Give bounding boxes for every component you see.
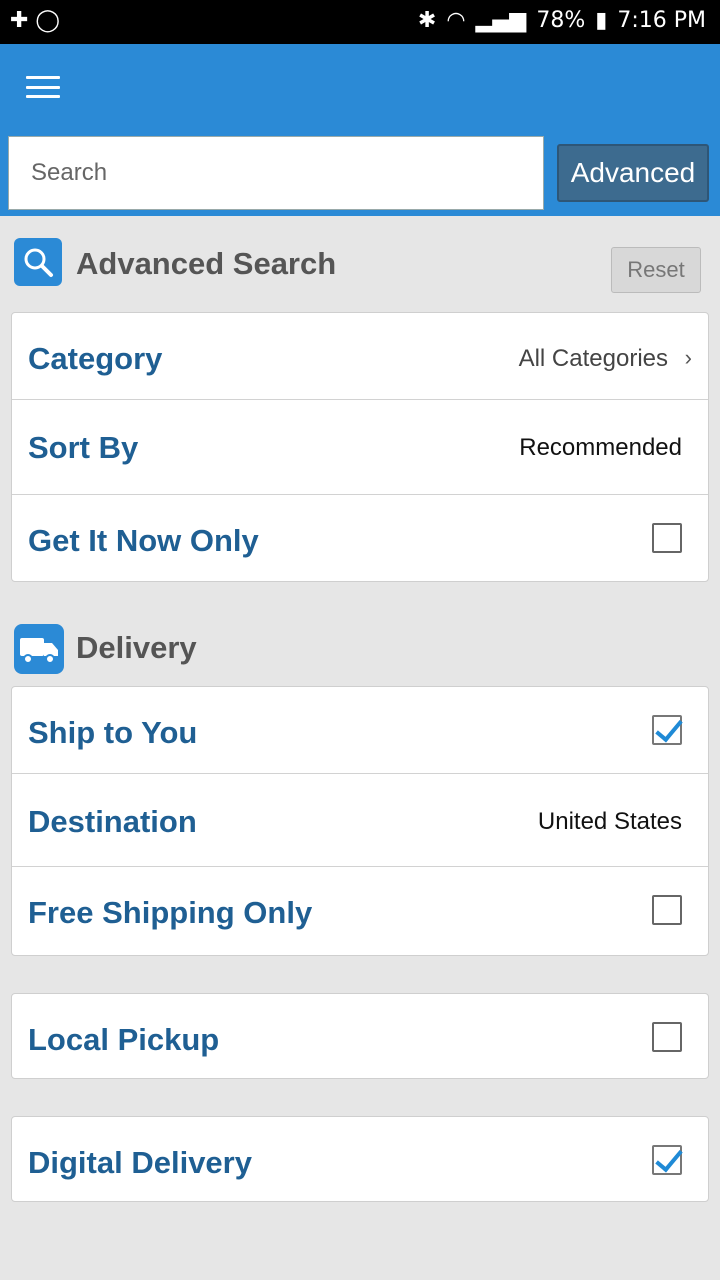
advanced-search-title: Advanced Search bbox=[76, 246, 337, 281]
free-shipping-checkbox[interactable] bbox=[652, 895, 682, 925]
ship-to-you-label: Ship to You bbox=[28, 715, 198, 750]
get-it-now-label: Get It Now Only bbox=[28, 523, 259, 558]
battery-icon: ▮ bbox=[595, 8, 608, 33]
local-pickup-row[interactable]: Local Pickup bbox=[12, 994, 708, 1078]
filters-card: Category All Categories › Sort By Recomm… bbox=[11, 312, 709, 582]
search-field[interactable] bbox=[8, 136, 544, 210]
delivery-title: Delivery bbox=[76, 630, 197, 665]
advanced-button[interactable]: Advanced bbox=[557, 144, 709, 202]
get-it-now-row[interactable]: Get It Now Only bbox=[12, 495, 708, 581]
advanced-search-header: Advanced Search Reset bbox=[0, 216, 720, 306]
category-row[interactable]: Category All Categories › bbox=[12, 313, 708, 400]
sort-by-label: Sort By bbox=[28, 430, 139, 465]
local-pickup-checkbox[interactable] bbox=[652, 1022, 682, 1052]
app-header: Advanced bbox=[0, 44, 720, 216]
ship-to-you-row[interactable]: Ship to You bbox=[12, 687, 708, 774]
ship-to-you-checkbox[interactable] bbox=[652, 715, 682, 745]
digital-delivery-label: Digital Delivery bbox=[28, 1145, 252, 1180]
bluetooth-icon: ✱ bbox=[417, 8, 437, 33]
delivery-card: Ship to You Destination United States Fr… bbox=[11, 686, 709, 956]
search-input[interactable] bbox=[9, 137, 543, 209]
battery-percent: 78% bbox=[536, 8, 586, 33]
local-pickup-card: Local Pickup bbox=[11, 993, 709, 1079]
chevron-right-icon: › bbox=[684, 345, 692, 370]
digital-delivery-card: Digital Delivery bbox=[11, 1116, 709, 1202]
free-shipping-row[interactable]: Free Shipping Only bbox=[12, 867, 708, 955]
get-it-now-checkbox[interactable] bbox=[652, 523, 682, 553]
wifi-icon: ◠ bbox=[446, 8, 466, 33]
destination-row[interactable]: Destination United States bbox=[12, 774, 708, 867]
category-value: All Categories bbox=[518, 345, 668, 372]
free-shipping-label: Free Shipping Only bbox=[28, 895, 313, 930]
truck-icon bbox=[14, 624, 64, 674]
signal-icon: ▂▄▆ bbox=[475, 8, 527, 33]
sort-by-value: Recommended bbox=[519, 434, 682, 461]
notification-icons: ✚ ◯ bbox=[10, 8, 61, 33]
status-indicators: ✱ ◠ ▂▄▆ 78% ▮ 7:16 PM bbox=[418, 8, 706, 33]
status-bar: ✚ ◯ ✱ ◠ ▂▄▆ 78% ▮ 7:16 PM bbox=[0, 0, 720, 44]
local-pickup-label: Local Pickup bbox=[28, 1022, 220, 1057]
delivery-header: Delivery bbox=[0, 614, 720, 680]
search-icon bbox=[14, 238, 62, 286]
sort-by-row[interactable]: Sort By Recommended bbox=[12, 400, 708, 495]
clock: 7:16 PM bbox=[617, 8, 706, 33]
destination-label: Destination bbox=[28, 804, 197, 839]
destination-value: United States bbox=[537, 808, 682, 835]
category-label: Category bbox=[28, 341, 163, 376]
digital-delivery-row[interactable]: Digital Delivery bbox=[12, 1117, 708, 1201]
reset-button[interactable]: Reset bbox=[611, 247, 701, 293]
menu-icon[interactable] bbox=[24, 72, 62, 102]
digital-delivery-checkbox[interactable] bbox=[652, 1145, 682, 1175]
